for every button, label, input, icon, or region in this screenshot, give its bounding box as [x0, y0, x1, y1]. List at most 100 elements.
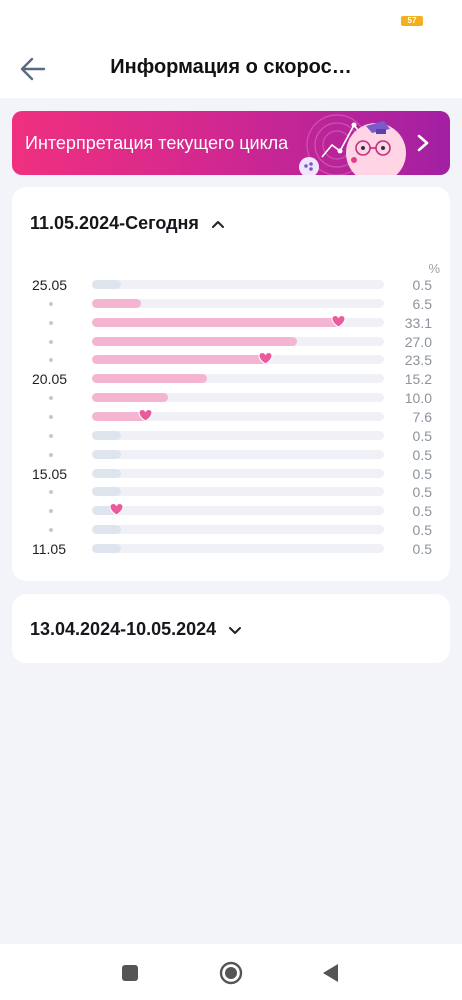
- row-value: 10.0: [404, 390, 432, 407]
- speed-row: 0.5: [12, 502, 450, 521]
- bar-track: [92, 314, 384, 328]
- row-dot: [49, 490, 53, 495]
- speed-bar: [92, 393, 168, 403]
- professor-mascot-icon: [299, 114, 406, 175]
- row-value: 33.1: [404, 314, 432, 331]
- previous-range-label: 13.04.2024-10.05.2024: [30, 619, 217, 639]
- back-nav-button[interactable]: [318, 960, 344, 986]
- triangle-back-icon: [323, 964, 338, 982]
- speed-row: 0.5: [12, 427, 450, 446]
- bar-track: [92, 449, 384, 459]
- speed-row: 23.5: [12, 351, 450, 370]
- speed-bar: [92, 543, 121, 553]
- speed-bar: [92, 430, 121, 440]
- row-dot: [49, 358, 53, 363]
- bar-track: [92, 336, 384, 346]
- bar-track: [92, 298, 384, 308]
- bar-track: [92, 280, 384, 289]
- row-value: 0.5: [412, 446, 432, 463]
- bar-track: [92, 352, 384, 366]
- row-dot: [49, 509, 53, 514]
- page-title: Информация о скорос…: [110, 56, 352, 78]
- current-cycle-card: 11.05.2024-Сегодня % 25.05 0.5 6.5 33.1 27.0…: [12, 187, 450, 581]
- speed-bar: [92, 487, 121, 497]
- battery-indicator: 57: [401, 16, 423, 26]
- current-range-toggle[interactable]: 11.05.2024-Сегодня: [30, 213, 225, 234]
- speed-bar: [92, 374, 207, 384]
- status-bar: 57: [0, 0, 462, 40]
- speed-bar: [92, 525, 121, 535]
- speed-row: 20.05 15.2: [12, 370, 450, 389]
- row-date: 20.05: [32, 371, 68, 388]
- row-value: 0.5: [412, 503, 432, 520]
- circle-home-icon: [219, 961, 243, 985]
- row-date: 15.05: [32, 465, 68, 482]
- bar-track: [92, 393, 384, 403]
- bar-track: [92, 503, 384, 516]
- system-nav-bar: [0, 944, 462, 1000]
- recent-apps-button[interactable]: [117, 960, 143, 986]
- speed-row: 27.0: [12, 333, 450, 352]
- speed-row: 10.0: [12, 389, 450, 408]
- speed-row: 15.05 0.5: [12, 465, 450, 484]
- row-dot: [49, 452, 53, 457]
- banner-label: Интерпретация текущего цикла: [25, 133, 289, 153]
- speed-row: 0.5: [12, 483, 450, 502]
- speed-row: 25.05 0.5: [12, 276, 450, 295]
- row-dot: [49, 301, 53, 306]
- arrow-left-icon: [20, 57, 46, 81]
- bar-track: [92, 468, 384, 478]
- row-date: 11.05: [32, 540, 66, 557]
- bar-track: [92, 543, 384, 553]
- percent-unit-label: %: [428, 261, 440, 276]
- speed-bar: [92, 317, 343, 327]
- speed-bar: [92, 468, 121, 478]
- row-value: 23.5: [404, 352, 432, 369]
- app-bar: Информация о скорос…: [0, 40, 462, 98]
- previous-range-toggle[interactable]: 13.04.2024-10.05.2024: [30, 619, 242, 640]
- chevron-right-icon: [417, 134, 429, 152]
- bar-track: [92, 487, 384, 497]
- heart-icon: [331, 314, 346, 328]
- home-button[interactable]: [218, 960, 244, 986]
- speed-bar: [92, 280, 121, 289]
- bar-track: [92, 408, 384, 422]
- row-value: 7.6: [412, 408, 432, 425]
- row-value: 0.5: [412, 277, 432, 293]
- square-icon: [122, 965, 138, 981]
- speed-bar: [92, 449, 121, 459]
- heart-icon: [138, 408, 153, 422]
- chevron-down-icon: [229, 626, 242, 634]
- cycle-interpretation-banner[interactable]: Интерпретация текущего цикла: [12, 111, 450, 175]
- row-dot: [49, 320, 53, 325]
- speed-bar: [92, 355, 270, 365]
- row-dot: [49, 528, 53, 533]
- row-dot: [49, 339, 53, 344]
- bar-track: [92, 374, 384, 384]
- row-date: 25.05: [32, 277, 68, 293]
- row-value: 6.5: [412, 295, 432, 312]
- heart-icon: [109, 503, 124, 516]
- speed-row: 0.5: [12, 446, 450, 465]
- speed-row: 6.5: [12, 295, 450, 314]
- row-value: 27.0: [404, 333, 432, 350]
- row-dot: [49, 414, 53, 419]
- row-value: 0.5: [412, 465, 432, 482]
- heart-icon: [258, 352, 273, 366]
- speed-row: 0.5: [12, 521, 450, 540]
- speed-row: 7.6: [12, 408, 450, 427]
- row-value: 0.5: [412, 540, 432, 557]
- row-dot: [49, 433, 53, 438]
- speed-row: 33.1: [12, 314, 450, 333]
- speed-bar: [92, 336, 297, 346]
- back-button[interactable]: [16, 52, 50, 86]
- row-value: 15.2: [404, 371, 432, 388]
- previous-cycle-card[interactable]: 13.04.2024-10.05.2024: [12, 594, 450, 663]
- bar-track: [92, 525, 384, 535]
- row-dot: [49, 396, 53, 401]
- current-range-label: 11.05.2024-Сегодня: [30, 213, 199, 233]
- speed-bar: [92, 298, 141, 308]
- bar-track: [92, 430, 384, 440]
- chevron-up-icon: [211, 220, 224, 228]
- speed-row: 11.05 0.5: [12, 540, 450, 559]
